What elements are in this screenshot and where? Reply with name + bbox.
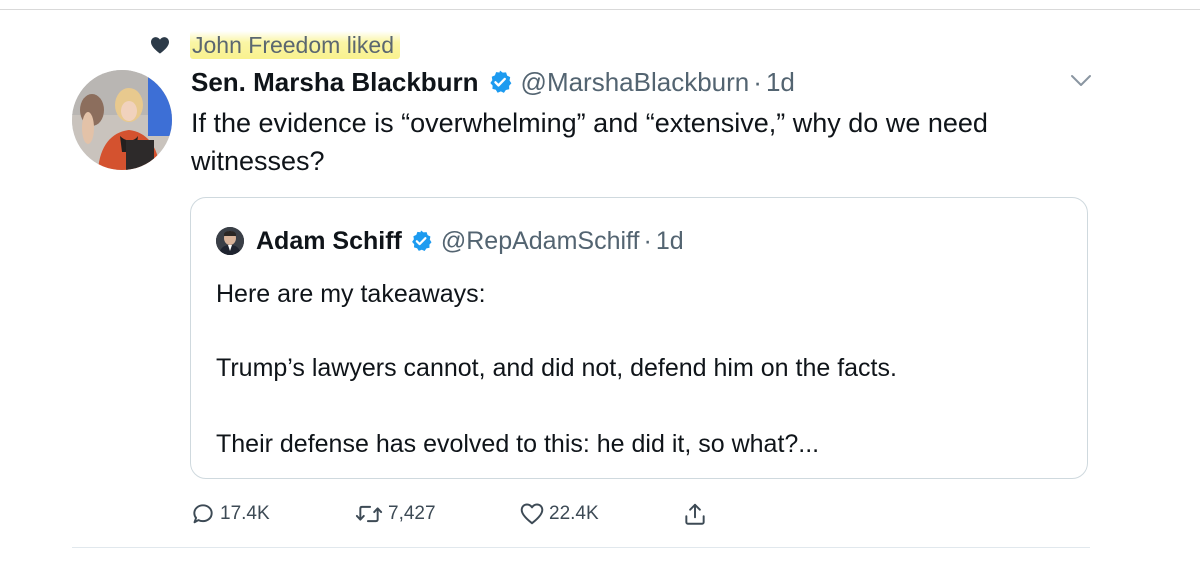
quote-text-line: Trump’s lawyers cannot, and did not, def… xyxy=(216,354,897,382)
quote-header: Adam Schiff @RepAdamSchiff · 1d xyxy=(256,224,684,258)
quote-handle[interactable]: @RepAdamSchiff xyxy=(441,224,640,258)
quote-text-line: Here are my takeaways: xyxy=(216,280,486,308)
share-icon xyxy=(685,503,705,525)
tweet-text: If the evidence is “overwhelming” and “e… xyxy=(191,108,988,176)
quote-timestamp[interactable]: 1d xyxy=(656,224,684,258)
share-button[interactable] xyxy=(682,498,712,530)
retweet-count: 7,427 xyxy=(388,503,436,524)
heart-outline-icon xyxy=(520,503,544,525)
quote-separator-dot: · xyxy=(643,227,652,255)
like-count: 22.4K xyxy=(549,503,599,524)
quote-verified-badge-icon xyxy=(411,230,432,251)
social-context-text[interactable]: John Freedom liked xyxy=(190,31,400,59)
timestamp[interactable]: 1d xyxy=(766,64,795,100)
retweet-icon xyxy=(355,505,383,523)
reply-count: 17.4K xyxy=(220,503,270,524)
display-name[interactable]: Sen. Marsha Blackburn xyxy=(191,64,479,100)
heart-icon xyxy=(151,37,169,54)
separator-dot: · xyxy=(753,67,762,97)
quote-text-line: Their defense has evolved to this: he di… xyxy=(216,430,820,458)
bottom-divider xyxy=(72,547,1090,548)
handle[interactable]: @MarshaBlackburn xyxy=(521,64,750,100)
tweet-header: Sen. Marsha Blackburn @MarshaBlackburn ·… xyxy=(191,64,795,100)
avatar[interactable] xyxy=(72,70,172,170)
quote-avatar xyxy=(216,227,244,255)
like-button[interactable]: 22.4K xyxy=(519,498,599,530)
quote-avatar-photo xyxy=(216,227,244,255)
retweet-button[interactable]: 7,427 xyxy=(354,498,436,530)
reply-button[interactable]: 17.4K xyxy=(190,498,270,530)
verified-badge-icon xyxy=(489,70,511,93)
top-divider xyxy=(0,9,1200,10)
chevron-down-icon[interactable] xyxy=(1069,73,1093,89)
quote-display-name[interactable]: Adam Schiff xyxy=(256,224,402,258)
avatar-photo xyxy=(72,70,172,170)
reply-icon xyxy=(193,504,213,524)
